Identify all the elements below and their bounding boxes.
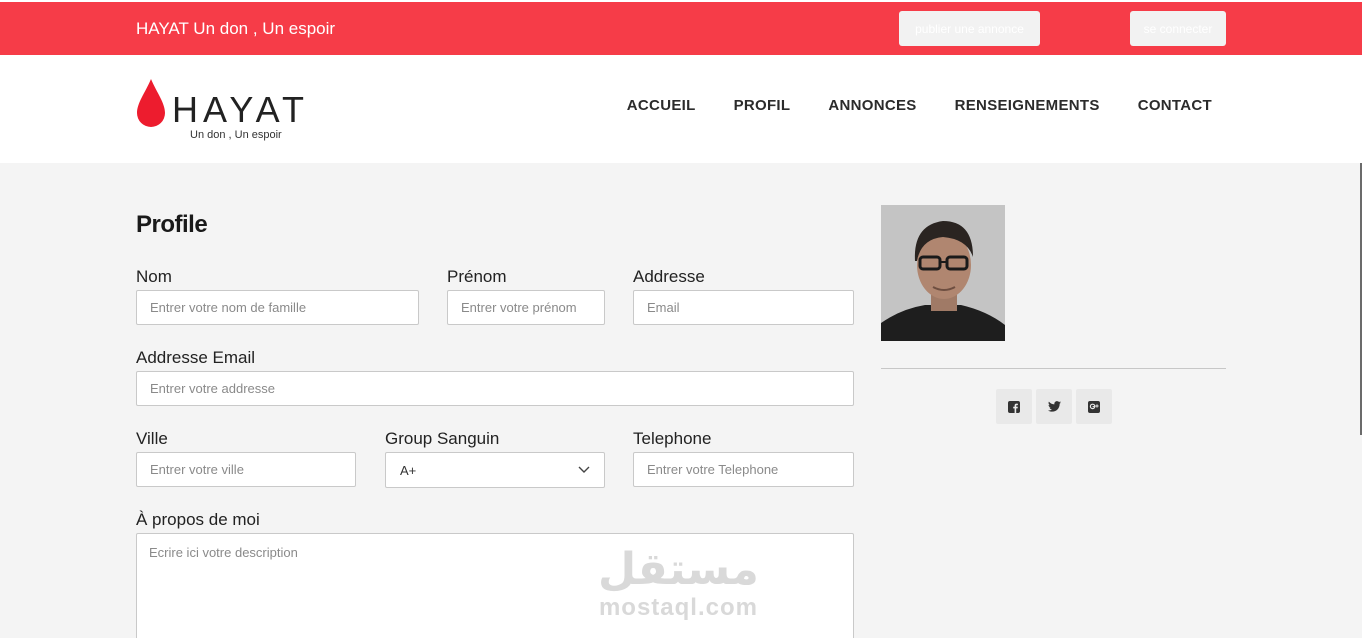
nav-accueil[interactable]: ACCUEIL <box>627 97 696 114</box>
watermark-latin: mostaql.com <box>598 594 758 621</box>
sidebar-divider <box>881 368 1226 369</box>
google-plus-icon <box>1088 400 1100 413</box>
top-bar: HAYAT Un don , Un espoir publier une ann… <box>0 2 1362 55</box>
telephone-label: Telephone <box>633 429 712 448</box>
page-title: Profile <box>136 211 208 238</box>
facebook-icon <box>1008 400 1020 413</box>
profile-section: Profile Nom Prénom Addresse Addresse Ema… <box>0 163 1362 638</box>
nav-contact[interactable]: CONTACT <box>1138 97 1212 114</box>
watermark: مستقل mostaql.com <box>598 546 759 622</box>
logo-brand: HAYAT <box>172 89 310 130</box>
group-sanguin-label: Group Sanguin <box>385 429 500 448</box>
prenom-label: Prénom <box>447 267 507 286</box>
addresse-input[interactable] <box>633 290 854 325</box>
twitter-button[interactable] <box>1036 389 1072 424</box>
email-input[interactable] <box>136 371 854 406</box>
scrollbar[interactable] <box>1360 163 1362 435</box>
watermark-arabic: مستقل <box>598 544 759 595</box>
ville-label: Ville <box>136 429 168 448</box>
email-label: Addresse Email <box>136 348 256 367</box>
telephone-input[interactable] <box>633 452 854 487</box>
site-header: HAYAT Un don , Un espoir ACCUEIL PROFIL … <box>0 55 1362 163</box>
chevron-down-icon <box>578 466 590 473</box>
nom-label: Nom <box>136 267 172 286</box>
twitter-icon <box>1047 401 1061 412</box>
blood-drop-icon <box>137 79 165 127</box>
logo-subtitle: Un don , Un espoir <box>190 129 282 141</box>
nav-renseignements[interactable]: RENSEIGNEMENTS <box>955 97 1100 114</box>
facebook-button[interactable] <box>996 389 1032 424</box>
addresse-label: Addresse <box>633 267 705 286</box>
logo[interactable]: HAYAT Un don , Un espoir <box>136 77 316 141</box>
profile-photo <box>881 205 1005 341</box>
tagline: HAYAT Un don , Un espoir <box>136 19 336 38</box>
main-nav: ACCUEIL PROFIL ANNONCES RENSEIGNEMENTS C… <box>627 97 1212 114</box>
nom-input[interactable] <box>136 290 419 325</box>
publish-ad-button[interactable]: publier une annonce <box>899 11 1040 46</box>
apropos-label: À propos de moi <box>136 510 260 529</box>
prenom-input[interactable] <box>447 290 605 325</box>
login-button[interactable]: se connecter <box>1130 11 1226 46</box>
google-plus-button[interactable] <box>1076 389 1112 424</box>
nav-profil[interactable]: PROFIL <box>734 97 791 114</box>
ville-input[interactable] <box>136 452 356 487</box>
nav-annonces[interactable]: ANNONCES <box>828 97 916 114</box>
profile-photo-image <box>881 205 1005 341</box>
group-sanguin-select[interactable]: A+ <box>385 452 605 488</box>
group-sanguin-value: A+ <box>400 462 417 478</box>
